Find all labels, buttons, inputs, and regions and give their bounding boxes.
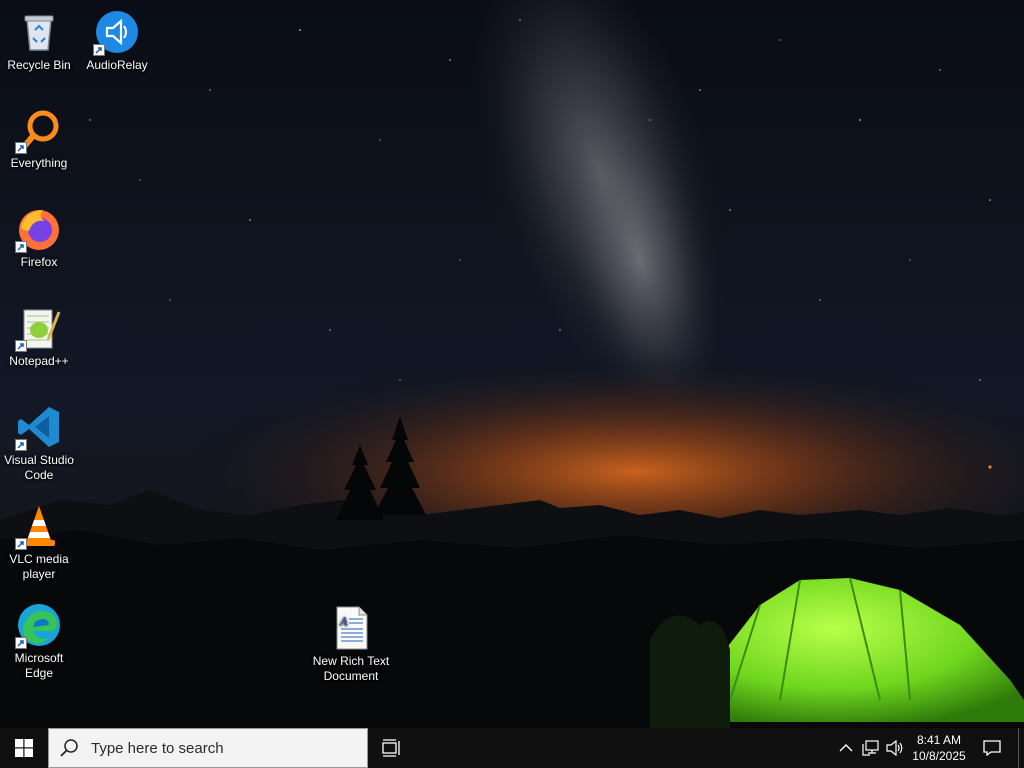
- svg-text:A: A: [339, 615, 348, 628]
- notification-icon: [983, 740, 1001, 756]
- shortcut-arrow-icon: [15, 241, 27, 253]
- network-icon: [862, 740, 879, 756]
- new-rich-text-document-label: New Rich Text Document: [312, 654, 390, 683]
- vlc-cone-icon: [15, 502, 63, 550]
- vscode-icon-item[interactable]: Visual Studio Code: [0, 403, 78, 483]
- clock-date: 10/8/2025: [912, 749, 966, 763]
- notepadpp-icon-item[interactable]: Notepad++: [0, 304, 78, 369]
- edge-icon: [15, 601, 63, 649]
- notepadpp-label: Notepad++: [9, 354, 69, 368]
- search-input[interactable]: [89, 738, 343, 758]
- start-button[interactable]: [0, 728, 48, 768]
- chevron-up-icon: [839, 744, 853, 752]
- show-hidden-icons-button[interactable]: [836, 728, 856, 768]
- recycle-bin-icon: [15, 8, 63, 56]
- recycle-bin-icon-item[interactable]: Recycle Bin: [0, 8, 78, 73]
- vlc-icon-item[interactable]: VLC media player: [0, 502, 78, 582]
- shortcut-arrow-icon: [15, 637, 27, 649]
- taskbar-search-box[interactable]: [48, 728, 368, 768]
- wallpaper: [0, 0, 1024, 728]
- audiorelay-label: AudioRelay: [86, 58, 148, 72]
- shortcut-arrow-icon: [15, 142, 27, 154]
- taskbar-clock[interactable]: 8:41 AM 10/8/2025: [904, 728, 974, 768]
- clock-time: 8:41 AM: [916, 733, 962, 747]
- shortcut-arrow-icon: [93, 44, 105, 56]
- shortcut-arrow-icon: [15, 340, 27, 352]
- recycle-bin-label: Recycle Bin: [7, 58, 71, 72]
- firefox-icon: [15, 205, 63, 253]
- vscode-label: Visual Studio Code: [4, 453, 74, 482]
- audiorelay-icon-item[interactable]: AudioRelay: [78, 8, 156, 73]
- shortcut-arrow-icon: [15, 439, 27, 451]
- edge-label: Microsoft Edge: [14, 651, 64, 680]
- notepadpp-icon: [15, 304, 63, 352]
- action-center-button[interactable]: [980, 728, 1004, 768]
- volume-button[interactable]: [884, 728, 906, 768]
- taskbar: 8:41 AM 10/8/2025: [0, 728, 1024, 768]
- vscode-icon: [15, 403, 63, 451]
- firefox-icon-item[interactable]: Firefox: [0, 205, 78, 270]
- task-view-icon: [382, 739, 400, 757]
- shortcut-arrow-icon: [15, 538, 27, 550]
- show-desktop-button[interactable]: [1018, 728, 1024, 768]
- windows-logo-icon: [15, 739, 33, 757]
- new-rich-text-document-item[interactable]: A New Rich Text Document: [306, 604, 396, 684]
- desktop[interactable]: Recycle Bin AudioRelay Everything Firefo…: [0, 0, 1024, 728]
- firefox-label: Firefox: [20, 255, 58, 269]
- rich-text-document-icon: A: [327, 604, 375, 652]
- volume-icon: [886, 740, 903, 756]
- task-view-button[interactable]: [372, 728, 412, 768]
- everything-search-icon: [15, 106, 63, 154]
- search-icon: [60, 739, 78, 757]
- network-button[interactable]: [860, 728, 882, 768]
- everything-icon-item[interactable]: Everything: [0, 106, 78, 171]
- audiorelay-icon: [93, 8, 141, 56]
- edge-icon-item[interactable]: Microsoft Edge: [0, 601, 78, 681]
- vlc-label: VLC media player: [9, 552, 69, 581]
- everything-label: Everything: [10, 156, 68, 170]
